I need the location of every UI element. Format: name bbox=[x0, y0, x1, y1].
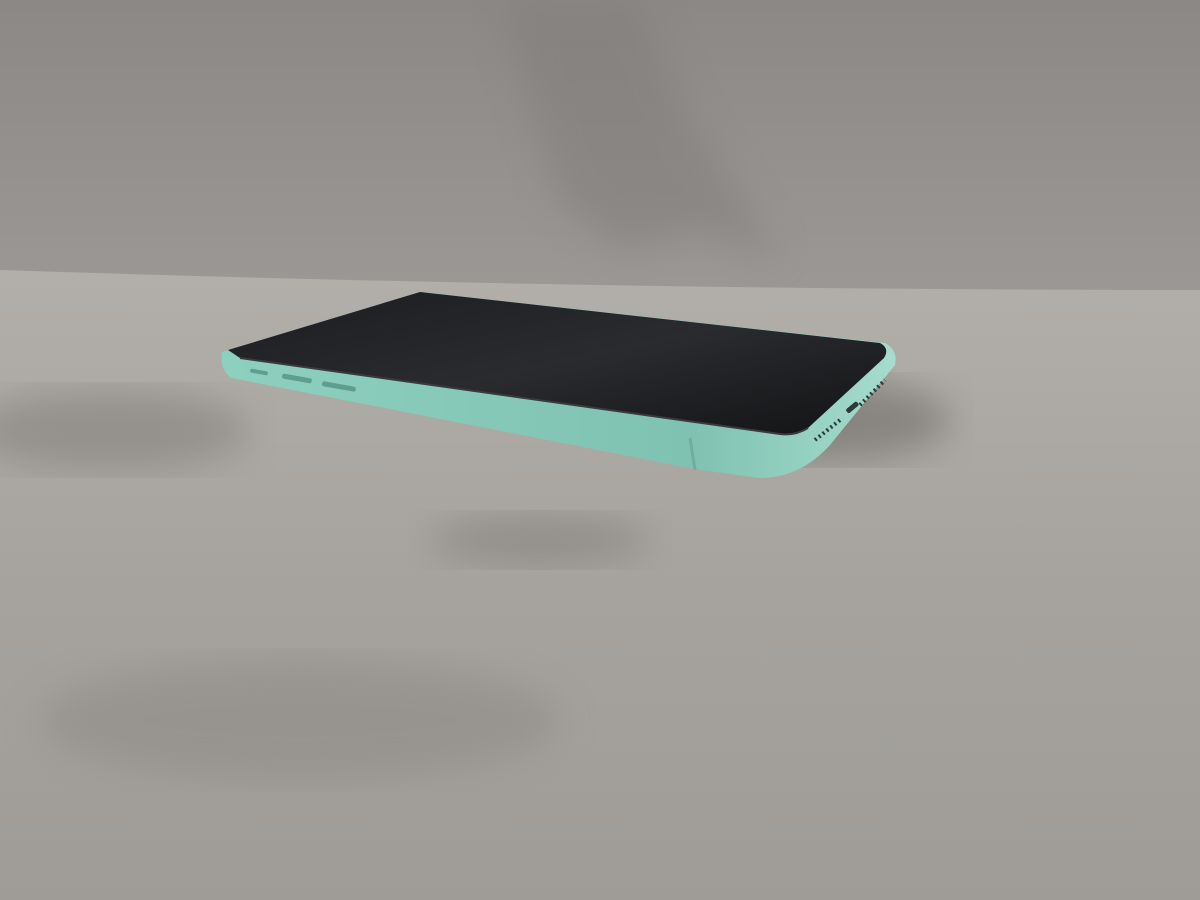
photo-scene bbox=[0, 0, 1200, 900]
seat-shadow-patch bbox=[430, 515, 650, 565]
seat-shadow-patch bbox=[40, 660, 560, 780]
